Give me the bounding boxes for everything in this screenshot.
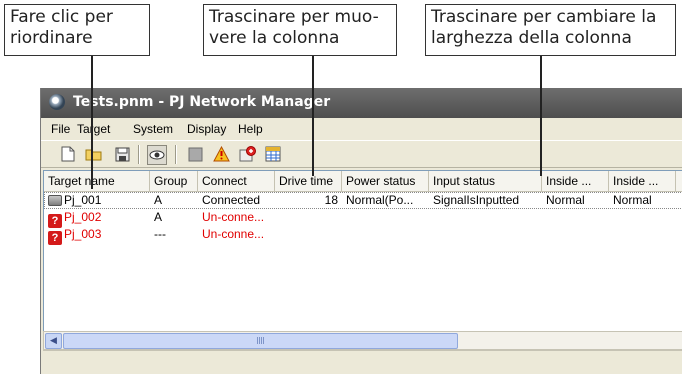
app-icon bbox=[49, 94, 65, 110]
column-header-group[interactable]: Group bbox=[150, 171, 198, 191]
target-list[interactable]: Target name Group Connect Drive time Pow… bbox=[43, 170, 682, 332]
callout-line: riordinare bbox=[10, 28, 93, 48]
input-status-cell: SignalIsInputted bbox=[433, 193, 520, 207]
column-header-inside-2[interactable]: Inside ... bbox=[609, 171, 676, 191]
grip-icon bbox=[256, 337, 265, 344]
column-header-row: Target name Group Connect Drive time Pow… bbox=[44, 171, 682, 192]
group-cell: A bbox=[154, 210, 163, 224]
table-row[interactable]: Pj_001 A Connected 18 Normal(Po... Signa… bbox=[44, 192, 682, 209]
table-row[interactable]: ? Pj_002 A Un-conne... bbox=[44, 209, 682, 228]
callout-line: Fare clic per bbox=[10, 7, 113, 27]
column-header-target-name[interactable]: Target name bbox=[44, 171, 150, 191]
connect-cell: Un-conne... bbox=[202, 210, 265, 224]
power-status-cell: Normal(Po... bbox=[346, 193, 414, 207]
grid-icon[interactable] bbox=[264, 145, 282, 163]
horizontal-scrollbar[interactable]: ◀ bbox=[43, 331, 682, 350]
callout-pointer bbox=[91, 56, 93, 189]
column-header-drive-time[interactable]: Drive time bbox=[275, 171, 342, 191]
drive-time-cell: 18 bbox=[324, 193, 338, 207]
status-bar bbox=[43, 350, 682, 373]
callout-line: vere la colonna bbox=[209, 28, 340, 48]
save-icon[interactable] bbox=[113, 145, 131, 163]
scroll-left-button[interactable]: ◀ bbox=[45, 333, 62, 349]
inside-1-cell: Normal bbox=[546, 193, 585, 207]
column-header-inside-1[interactable]: Inside ... bbox=[542, 171, 609, 191]
callout-line: larghezza della colonna bbox=[431, 28, 632, 48]
eye-icon[interactable] bbox=[147, 145, 167, 165]
open-folder-icon[interactable] bbox=[85, 145, 103, 163]
group-cell: --- bbox=[154, 227, 166, 241]
callout-pointer bbox=[540, 56, 542, 176]
table-row[interactable]: ? Pj_003 --- Un-conne... bbox=[44, 226, 682, 245]
target-name: Pj_003 bbox=[64, 227, 102, 241]
callout-resize-column: Trascinare per cambiare la larghezza del… bbox=[425, 4, 676, 56]
group-cell: A bbox=[154, 193, 163, 207]
projector-icon bbox=[48, 195, 62, 206]
new-file-icon[interactable] bbox=[59, 145, 77, 163]
column-header-input-status[interactable]: Input status bbox=[429, 171, 542, 191]
callout-line: Trascinare per muo- bbox=[209, 7, 379, 27]
toolbar-separator bbox=[175, 145, 177, 164]
callout-pointer bbox=[312, 56, 314, 176]
connect-cell: Un-conne... bbox=[202, 227, 265, 241]
title-bar[interactable]: Tests.pnm - PJ Network Manager bbox=[41, 88, 682, 118]
inside-2-cell: Normal bbox=[613, 193, 652, 207]
column-header-connect[interactable]: Connect bbox=[198, 171, 275, 191]
add-target-icon[interactable] bbox=[238, 145, 256, 163]
menu-display[interactable]: Display bbox=[187, 122, 226, 136]
toolbar bbox=[41, 140, 682, 168]
error-icon: ? bbox=[48, 231, 62, 245]
target-name: Pj_001 bbox=[64, 193, 102, 207]
scroll-thumb[interactable] bbox=[63, 333, 458, 349]
target-name: Pj_002 bbox=[64, 210, 102, 224]
app-window: Tests.pnm - PJ Network Manager File Targ… bbox=[40, 88, 682, 374]
callout-move-column: Trascinare per muo- vere la colonna bbox=[203, 4, 397, 56]
menu-target[interactable]: Target bbox=[77, 122, 110, 136]
stop-icon[interactable] bbox=[186, 145, 204, 163]
menu-file[interactable]: File bbox=[51, 122, 70, 136]
menu-system[interactable]: System bbox=[133, 122, 173, 136]
toolbar-separator bbox=[138, 145, 140, 164]
callout-line: Trascinare per cambiare la bbox=[431, 7, 657, 27]
column-header-power-status[interactable]: Power status bbox=[342, 171, 429, 191]
window-title: Tests.pnm - PJ Network Manager bbox=[73, 94, 331, 110]
target-name-cell: ? Pj_003 bbox=[44, 226, 150, 245]
connect-cell: Connected bbox=[202, 193, 261, 207]
menu-bar: File Target System Display Help bbox=[41, 119, 682, 139]
warning-icon[interactable] bbox=[212, 145, 230, 163]
menu-help[interactable]: Help bbox=[238, 122, 263, 136]
target-name-cell: Pj_001 bbox=[44, 192, 150, 209]
callout-reorder: Fare clic per riordinare bbox=[4, 4, 150, 56]
